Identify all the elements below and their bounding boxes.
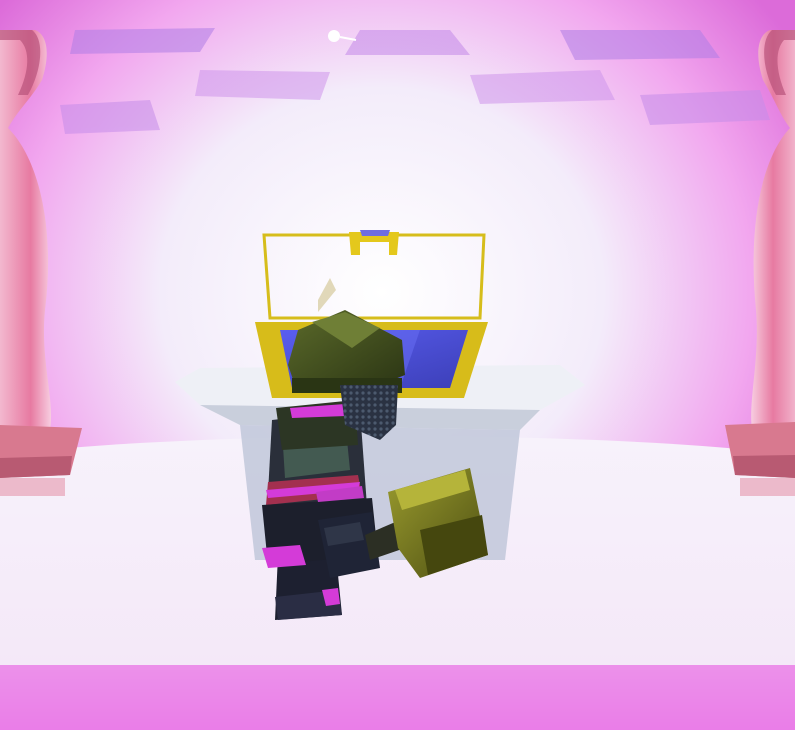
game-viewport[interactable] [0, 0, 795, 730]
light-orb [328, 30, 340, 42]
scene-canvas [0, 0, 795, 730]
floor-edge-glow [0, 665, 795, 730]
